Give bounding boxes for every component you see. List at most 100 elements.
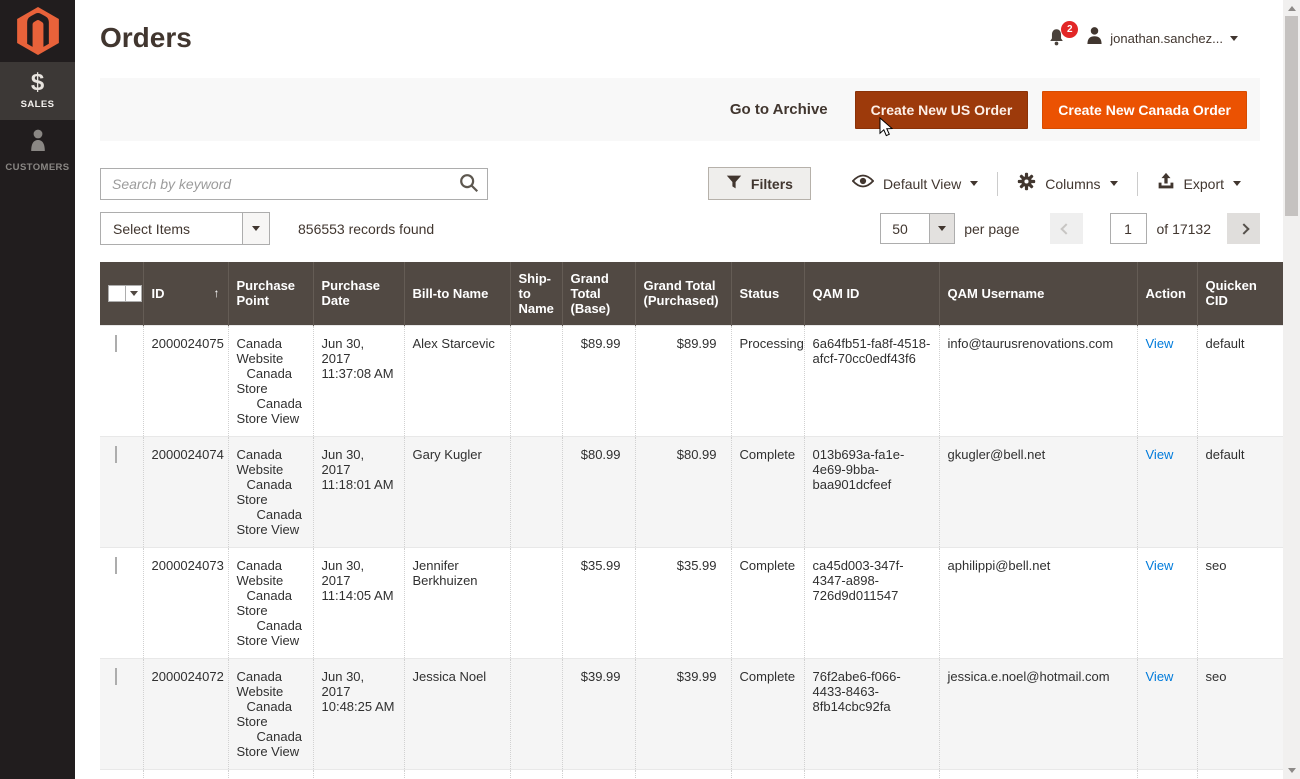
row-checkbox[interactable] xyxy=(115,557,117,574)
notifications-button[interactable]: 2 xyxy=(1046,27,1068,49)
sort-ascending-icon: ↑ xyxy=(214,286,220,300)
purchase-date-cell: Jun 30, 201710:48:25 AM xyxy=(313,658,404,769)
view-order-link[interactable]: View xyxy=(1146,669,1174,684)
chevron-down-icon xyxy=(242,213,269,244)
status-cell: Complete xyxy=(731,436,804,547)
qam-username-cell: gkugler@bell.net xyxy=(939,436,1137,547)
previous-page-button[interactable] xyxy=(1050,213,1083,244)
column-header-qam-username[interactable]: QAM Username xyxy=(939,262,1137,325)
scroll-down-arrow-icon[interactable] xyxy=(1288,768,1296,773)
view-order-link[interactable]: View xyxy=(1146,447,1174,462)
search-input[interactable] xyxy=(100,168,488,200)
qam-id-cell: 76f2abe6-f066-4433-8463-8fb14cbc92fa xyxy=(804,658,939,769)
page-actions-bar: Go to Archive Create New US Order Create… xyxy=(100,78,1260,141)
sidebar-item-label: CUSTOMERS xyxy=(5,162,69,173)
sidebar-item-customers[interactable]: CUSTOMERS xyxy=(0,120,75,183)
column-header-purchase-point[interactable]: Purchase Point xyxy=(228,262,313,325)
create-new-us-order-button[interactable]: Create New US Order xyxy=(855,91,1029,129)
ship-to-name-cell xyxy=(510,325,562,436)
current-page-input[interactable] xyxy=(1110,213,1147,244)
magnifier-icon xyxy=(458,182,480,197)
mass-action-select[interactable]: Select Items xyxy=(100,212,270,245)
ship-to-name-cell xyxy=(510,769,562,779)
next-page-button[interactable] xyxy=(1227,213,1260,244)
create-new-canada-order-button[interactable]: Create New Canada Order xyxy=(1042,91,1247,129)
magento-logo-icon[interactable] xyxy=(0,0,75,62)
orders-grid: ID ↑ Purchase Point Purchase Date Bill-t… xyxy=(100,262,1283,779)
purchase-point-cell: Canada WebsiteCanada StoreCanada Store V… xyxy=(228,436,313,547)
pagination: 50 per page of 17132 xyxy=(880,213,1260,244)
bill-to-name-cell: Jessica Noel xyxy=(404,658,510,769)
gear-icon xyxy=(1017,172,1036,196)
chevron-down-icon xyxy=(1230,36,1238,41)
purchase-point-cell: Canada WebsiteCanada StoreCanada Store V… xyxy=(228,547,313,658)
row-checkbox[interactable] xyxy=(115,668,117,685)
grand-total-purchased-cell: $80.99 xyxy=(635,436,731,547)
purchase-point-cell: Canada WebsiteCanada StoreCanada Store V… xyxy=(228,658,313,769)
view-order-link[interactable]: View xyxy=(1146,336,1174,351)
column-header-qam-id[interactable]: QAM ID xyxy=(804,262,939,325)
order-row: 2000024074 Canada WebsiteCanada StoreCan… xyxy=(100,436,1283,547)
order-row: 2000024075 Canada WebsiteCanada StoreCan… xyxy=(100,325,1283,436)
total-pages-text: of 17132 xyxy=(1157,221,1212,237)
row-checkbox[interactable] xyxy=(115,335,117,352)
quicken-cid-cell: seo xyxy=(1197,658,1283,769)
order-id-cell: 2000024075 xyxy=(143,325,228,436)
scrollbar-thumb[interactable] xyxy=(1285,16,1298,216)
column-header-grand-total-base[interactable]: Grand Total (Base) xyxy=(562,262,635,325)
grid-toolbar: Filters Default View xyxy=(100,167,1260,200)
notification-badge: 2 xyxy=(1061,21,1078,38)
funnel-icon xyxy=(726,174,742,193)
quicken-cid-cell: default xyxy=(1197,325,1283,436)
qam-id-cell: ca45d003-347f-4347-a898-726d9d011547 xyxy=(804,547,939,658)
select-all-dropdown[interactable] xyxy=(108,285,142,302)
view-selector[interactable]: Default View xyxy=(833,173,997,194)
sidebar-item-label: SALES xyxy=(21,99,55,110)
grand-total-base-cell: $80.99 xyxy=(562,769,635,779)
purchase-date-cell: Jun 30, 201711:18:01 AM xyxy=(313,436,404,547)
go-to-archive-button[interactable]: Go to Archive xyxy=(730,101,828,118)
grand-total-base-cell: $39.99 xyxy=(562,658,635,769)
grid-header-row: ID ↑ Purchase Point Purchase Date Bill-t… xyxy=(100,262,1283,325)
row-checkbox[interactable] xyxy=(115,446,117,463)
filters-button[interactable]: Filters xyxy=(708,167,811,200)
select-all-checkbox[interactable] xyxy=(109,286,125,301)
page-title: Orders xyxy=(100,22,192,54)
columns-selector[interactable]: Columns xyxy=(998,172,1136,196)
column-header-purchase-date[interactable]: Purchase Date xyxy=(313,262,404,325)
view-order-link[interactable]: View xyxy=(1146,558,1174,573)
purchase-date-cell: Jun 30, 201711:14:05 AM xyxy=(313,547,404,658)
export-button[interactable]: Export xyxy=(1138,172,1260,195)
chevron-down-icon xyxy=(929,214,954,243)
column-header-action[interactable]: Action xyxy=(1137,262,1197,325)
status-cell: Complete xyxy=(731,658,804,769)
per-page-label: per page xyxy=(964,221,1019,237)
chevron-right-icon xyxy=(1238,223,1249,234)
scroll-up-arrow-icon[interactable] xyxy=(1288,6,1296,11)
grand-total-base-cell: $80.99 xyxy=(562,436,635,547)
order-id-cell: 2000024073 xyxy=(143,547,228,658)
column-header-status[interactable]: Status xyxy=(731,262,804,325)
account-menu[interactable]: jonathan.sanchez... xyxy=(1086,26,1238,50)
search-button[interactable] xyxy=(456,172,482,196)
column-header-quicken-cid[interactable]: Quicken CID xyxy=(1197,262,1283,325)
order-row: 2000024071 Canada WebsiteCanada StoreCan… xyxy=(100,769,1283,779)
column-header-ship-to-name[interactable]: Ship-to Name xyxy=(510,262,562,325)
qam-username-cell: aphilippi@bell.net xyxy=(939,547,1137,658)
column-header-bill-to-name[interactable]: Bill-to Name xyxy=(404,262,510,325)
purchase-point-cell: Canada WebsiteCanada StoreCanada Store V… xyxy=(228,769,313,779)
column-header-id[interactable]: ID ↑ xyxy=(143,262,228,325)
export-icon xyxy=(1157,172,1175,195)
vertical-scrollbar[interactable] xyxy=(1283,0,1300,779)
per-page-value: 50 xyxy=(881,214,929,243)
chevron-down-icon xyxy=(125,286,141,301)
quicken-cid-cell: default xyxy=(1197,769,1283,779)
bill-to-name-cell: Brandon Ellis- xyxy=(404,769,510,779)
column-header-grand-total-purchased[interactable]: Grand Total (Purchased) xyxy=(635,262,731,325)
per-page-select[interactable]: 50 xyxy=(880,213,955,244)
bill-to-name-cell: Jennifer Berkhuizen xyxy=(404,547,510,658)
main-content: Orders 2 jonathan.sanchez... Go to xyxy=(75,0,1300,779)
view-label: Default View xyxy=(883,176,961,192)
order-id-cell: 2000024072 xyxy=(143,658,228,769)
sidebar-item-sales[interactable]: $ SALES xyxy=(0,62,75,120)
